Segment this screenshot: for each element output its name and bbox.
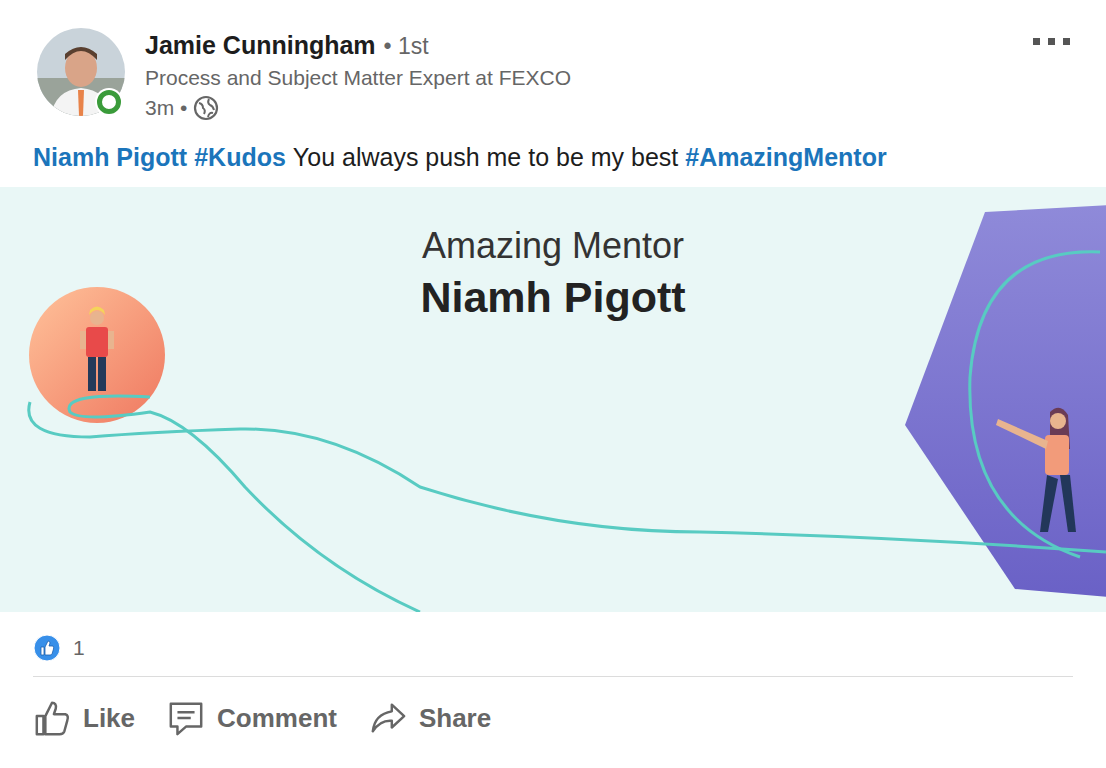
- share-icon: [369, 699, 407, 737]
- reactions-summary[interactable]: 1: [0, 612, 1106, 676]
- globe-icon: [193, 95, 219, 121]
- hashtag-link[interactable]: #AmazingMentor: [685, 141, 886, 173]
- reaction-count: 1: [73, 636, 85, 660]
- banner-text: Amazing Mentor Niamh Pigott: [0, 187, 1106, 325]
- hashtag-link[interactable]: #Kudos: [194, 141, 286, 173]
- like-button[interactable]: Like: [33, 695, 135, 741]
- connection-degree: • 1st: [384, 29, 429, 63]
- author-avatar[interactable]: [37, 28, 125, 116]
- post-text: Niamh Pigott#KudosYou always push me to …: [33, 141, 1106, 173]
- comment-button[interactable]: Comment: [167, 695, 337, 741]
- post-header: Jamie Cunningham • 1st Process and Subje…: [0, 0, 1106, 123]
- like-icon: [33, 699, 71, 737]
- mention-link[interactable]: Niamh Pigott: [33, 141, 187, 173]
- kudos-banner[interactable]: Amazing Mentor Niamh Pigott: [0, 187, 1106, 612]
- post-text-segment: You always push me to be my best: [293, 141, 678, 173]
- author-meta: Jamie Cunningham • 1st Process and Subje…: [145, 28, 1032, 123]
- banner-name: Niamh Pigott: [0, 269, 1106, 325]
- banner-title: Amazing Mentor: [0, 223, 1106, 269]
- comment-icon: [167, 699, 205, 737]
- divider: [33, 676, 1073, 677]
- author-name[interactable]: Jamie Cunningham: [145, 28, 376, 62]
- author-headline: Process and Subject Matter Expert at FEX…: [145, 63, 1032, 93]
- thumbs-up-icon: [33, 634, 61, 662]
- post-time: 3m •: [145, 93, 187, 123]
- more-options-icon[interactable]: [1032, 36, 1072, 46]
- share-button[interactable]: Share: [369, 695, 491, 741]
- linkedin-post: Jamie Cunningham • 1st Process and Subje…: [0, 0, 1106, 768]
- online-status-icon: [97, 90, 121, 114]
- action-bar: Like Comment Share: [0, 677, 1106, 759]
